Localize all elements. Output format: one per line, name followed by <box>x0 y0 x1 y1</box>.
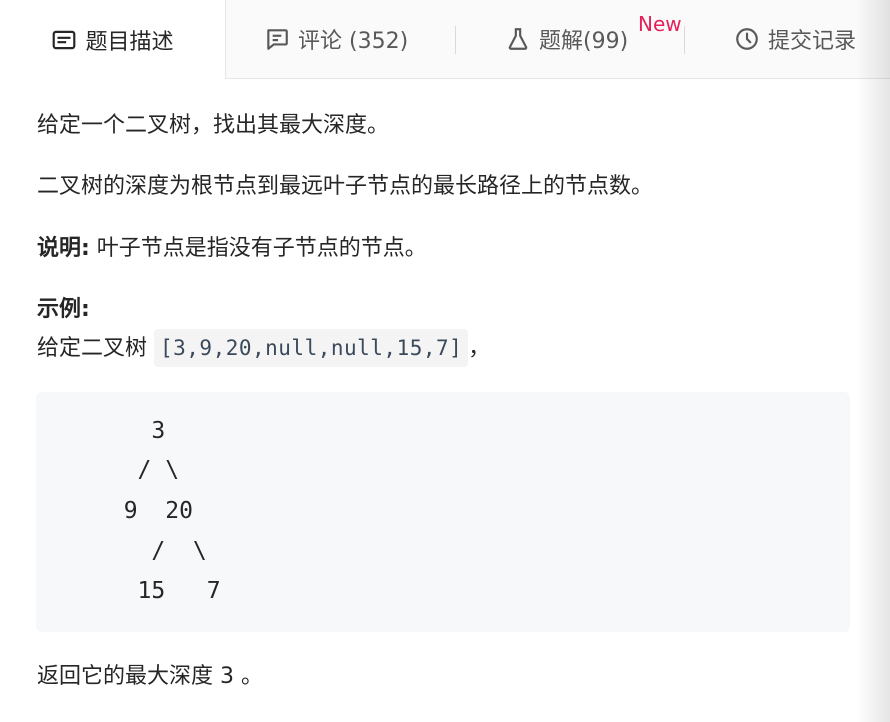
tab-solutions-label: 题解(99) <box>539 29 629 54</box>
example-code: [3,9,20,null,null,15,7] <box>154 329 469 367</box>
new-badge: New <box>638 12 682 36</box>
note-label: 说明: <box>37 236 90 261</box>
tree-line: 15 7 <box>96 578 221 604</box>
tab-comments[interactable]: 评论 (352) <box>264 0 408 78</box>
tab-description-label: 题目描述 <box>85 29 174 55</box>
example-suffix: ， <box>468 336 491 361</box>
tab-bar: 题目描述 评论 (352) 题解(99) New 提交记录 <box>0 0 890 79</box>
note-paragraph: 说明: 叶子节点是指没有子节点的节点。 <box>37 232 427 266</box>
tab-separator <box>684 26 685 54</box>
tree-line: 3 <box>96 418 166 444</box>
intro-text: 给定一个二叉树，找出其最大深度。 <box>37 113 390 138</box>
clock-icon <box>736 28 758 50</box>
example-paragraph: 给定二叉树 [3,9,20,null,null,15,7]， <box>37 329 490 367</box>
example-label: 示例: <box>37 297 90 322</box>
tab-solutions[interactable]: 题解(99) <box>505 0 628 78</box>
tab-submissions[interactable]: 提交记录 <box>734 0 856 78</box>
comment-icon <box>267 29 288 50</box>
note-text: 叶子节点是指没有子节点的节点。 <box>89 236 427 261</box>
tree-line: 9 20 <box>96 498 193 524</box>
return-text: 返回它的最大深度 3 。 <box>37 664 263 689</box>
flask-icon <box>508 28 528 50</box>
tree-line: / \ <box>96 538 207 564</box>
tree-line: / \ <box>96 457 180 483</box>
description-icon <box>53 30 76 49</box>
tree-code-block: 3 / \ 9 20 / \ 15 7 <box>36 392 850 632</box>
tab-submissions-label: 提交记录 <box>768 29 857 54</box>
tab-separator <box>455 26 456 54</box>
tab-description[interactable]: 题目描述 <box>0 0 226 79</box>
edge-shadow <box>856 0 890 722</box>
definition-text: 二叉树的深度为根节点到最远叶子节点的最长路径上的节点数。 <box>37 174 654 199</box>
example-prefix: 给定二叉树 <box>37 336 154 361</box>
tab-comments-label: 评论 (352) <box>298 29 409 54</box>
